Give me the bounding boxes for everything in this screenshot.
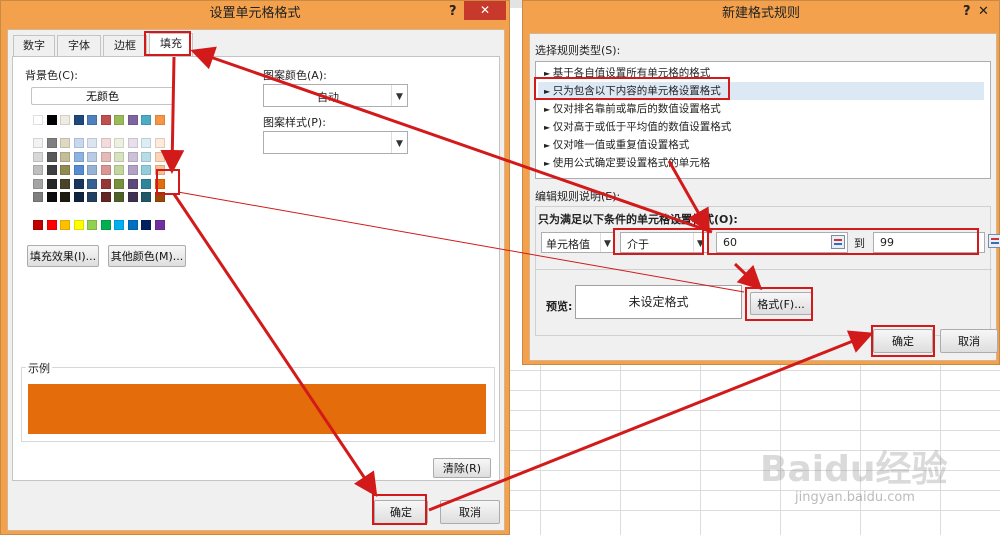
watermark-url: jingyan.baidu.com [795, 490, 915, 505]
arrow-to-format-button [733, 262, 763, 291]
watermark-brand: Baidu经验 [760, 449, 948, 490]
arrow-to-fill-tab [190, 46, 713, 234]
connector-line [177, 191, 745, 293]
arrow-to-swatch [160, 56, 185, 174]
arrow-to-format-ok [172, 193, 378, 497]
